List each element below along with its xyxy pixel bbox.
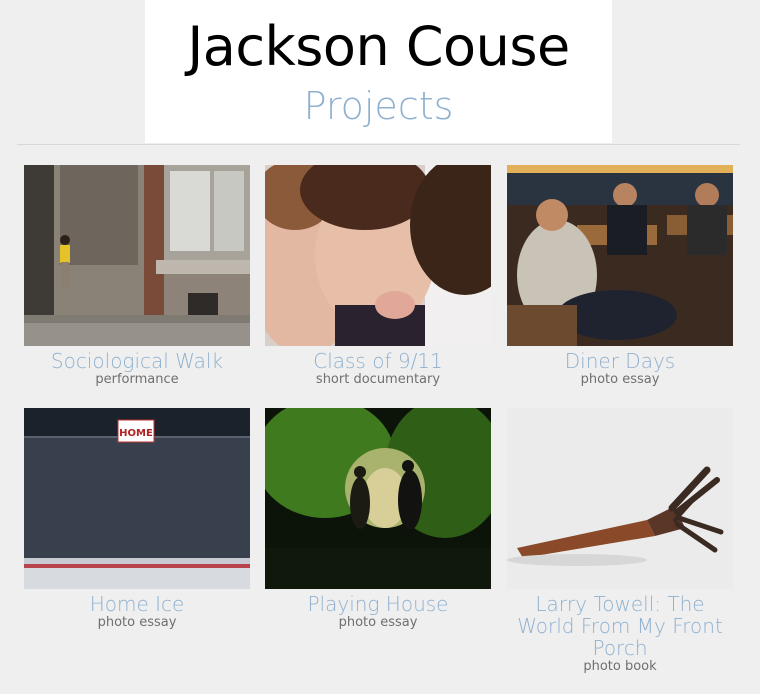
project-category: photo book — [583, 659, 657, 674]
project-title[interactable]: Home Ice — [24, 593, 250, 615]
project-card-larry-towell[interactable]: Larry Towell: The World From My Front Po… — [507, 408, 733, 675]
project-title[interactable]: Larry Towell: The World From My Front Po… — [507, 593, 733, 659]
diner-men-photo[interactable] — [507, 165, 733, 346]
children-closeup-photo[interactable] — [265, 165, 491, 346]
project-title[interactable]: Playing House — [265, 593, 491, 615]
storefront-boy-photo[interactable] — [24, 165, 250, 346]
hockey-rink-photo[interactable]: HOME — [24, 408, 250, 589]
couple-forest-photo[interactable] — [265, 408, 491, 589]
project-title[interactable]: Sociological Walk — [24, 350, 250, 372]
project-category: performance — [95, 372, 179, 387]
rusty-tool-photo[interactable] — [507, 408, 733, 589]
project-card-home-ice[interactable]: HOME Home Ice photo essay — [24, 408, 250, 631]
project-card-sociological-walk[interactable]: Sociological Walk performance — [24, 165, 250, 388]
project-title[interactable]: Class of 9/11 — [265, 350, 491, 372]
project-category: short documentary — [315, 372, 441, 387]
project-category: photo essay — [580, 372, 660, 387]
projects-grid: Sociological Walk performance Class of 9… — [0, 0, 760, 694]
project-title[interactable]: Diner Days — [507, 350, 733, 372]
project-card-diner-days[interactable]: Diner Days photo essay — [507, 165, 733, 388]
project-card-playing-house[interactable]: Playing House photo essay — [265, 408, 491, 631]
home-sign-text: HOME — [119, 428, 153, 439]
project-category: photo essay — [97, 615, 177, 630]
project-category: photo essay — [338, 615, 418, 630]
project-card-class-of-911[interactable]: Class of 9/11 short documentary — [265, 165, 491, 388]
